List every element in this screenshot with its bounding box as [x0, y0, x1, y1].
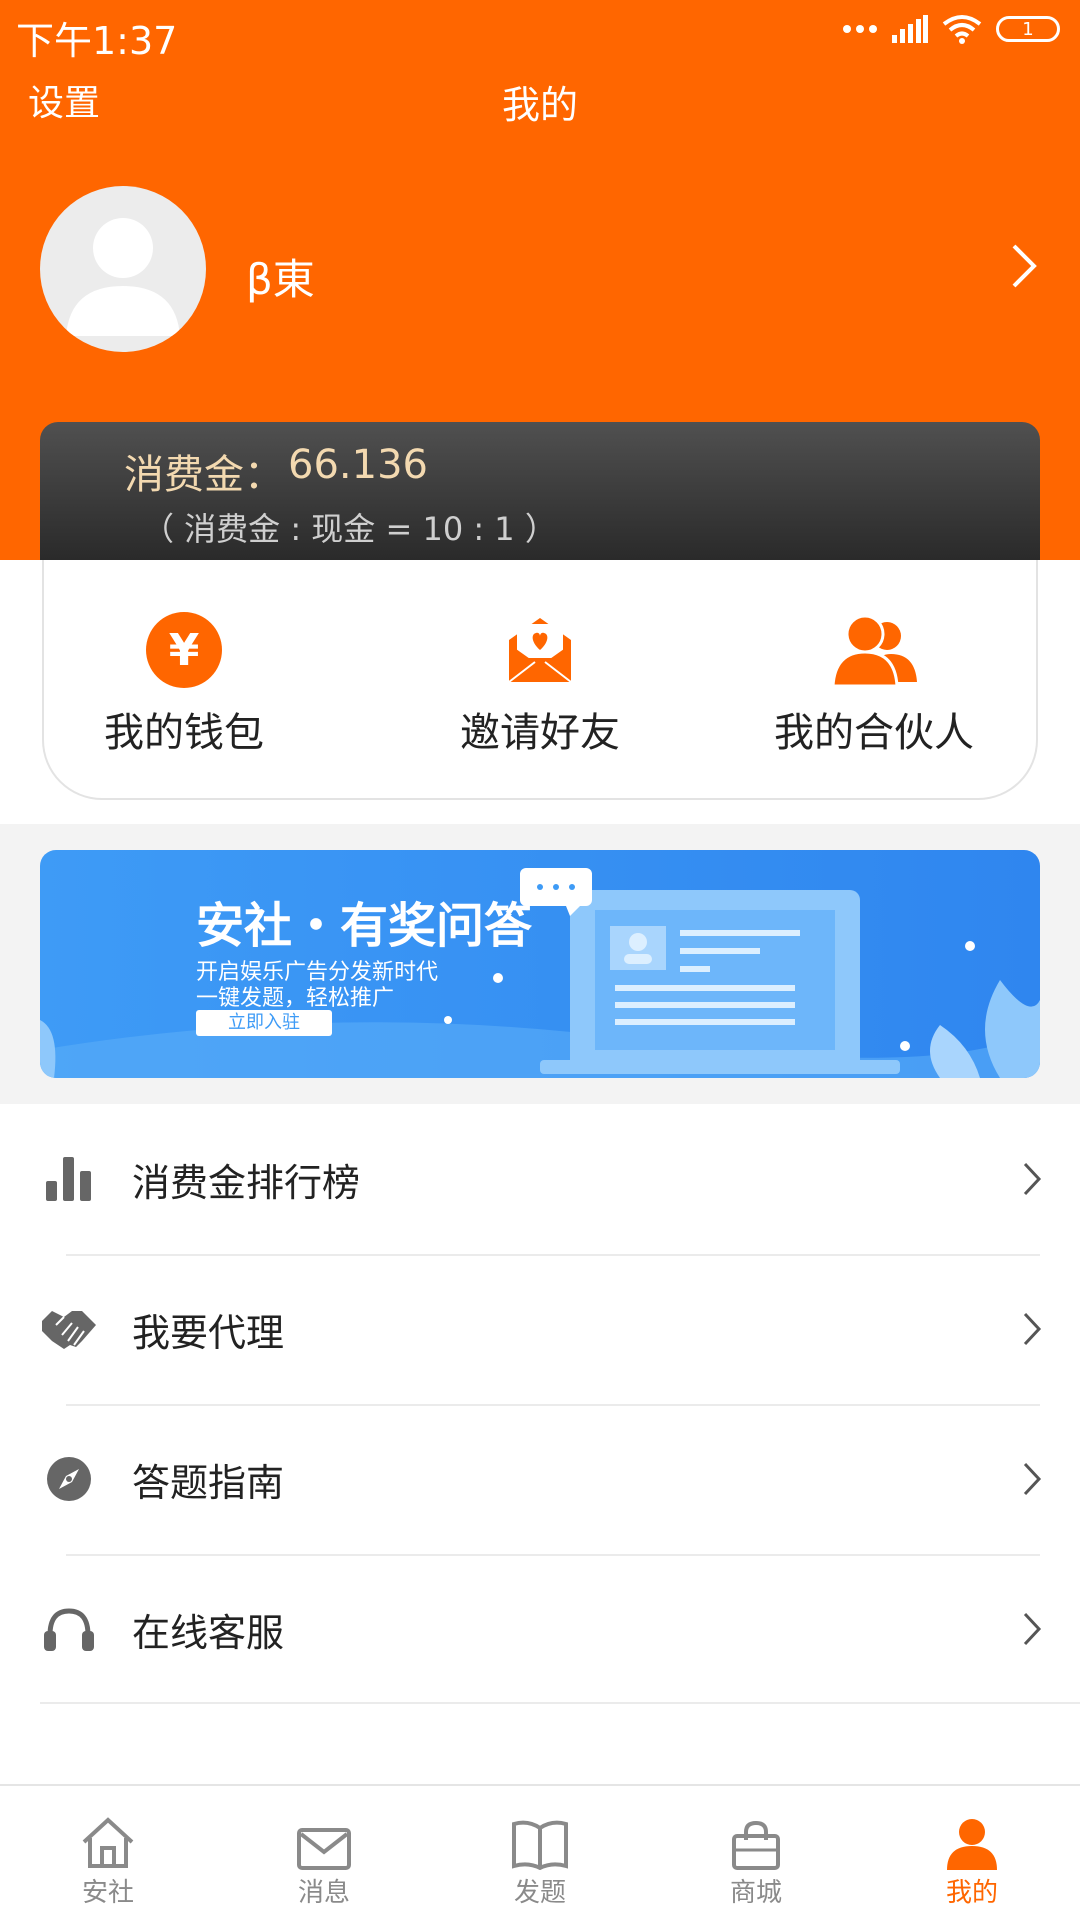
invite-friends-button[interactable]: 邀请好友: [380, 610, 700, 758]
invite-friends-label: 邀请好友: [460, 710, 620, 756]
chevron-right-icon: [1023, 1612, 1042, 1646]
banner-subtitle-2: 一键发题，轻松推广: [196, 986, 395, 1011]
menu-label-guide: 答题指南: [132, 1460, 285, 1505]
nav-me[interactable]: 我的: [864, 1808, 1080, 1909]
promo-banner[interactable]: 安社・有奖问答 开启娱乐广告分发新时代 一键发题，轻松推广 立即入驻: [40, 850, 1040, 1078]
menu-item-ranking[interactable]: 消费金排行榜: [0, 1104, 1080, 1254]
nav-label-me: 我的: [945, 1878, 998, 1908]
nav-home[interactable]: 安社: [0, 1808, 216, 1909]
yen-icon: ¥: [146, 612, 222, 688]
chevron-right-icon: [1023, 1312, 1042, 1346]
username[interactable]: β東: [246, 246, 315, 307]
consumption-label: 消费金：: [124, 452, 284, 498]
nav-label-post-question: 发题: [513, 1878, 566, 1908]
profile-chevron-icon[interactable]: [1010, 242, 1038, 290]
compass-icon: [42, 1452, 96, 1506]
signal-icon: [892, 15, 928, 43]
nav-label-home: 安社: [81, 1878, 134, 1908]
chevron-right-icon: [1023, 1462, 1042, 1496]
person-icon: [947, 1819, 997, 1870]
invite-envelope-icon: [508, 618, 572, 683]
shopping-bag-icon: [732, 1820, 780, 1870]
home-icon: [82, 1817, 134, 1868]
partners-icon: [831, 614, 917, 686]
page-title: 我的: [501, 83, 578, 127]
banner-title: 安社・有奖问答: [196, 898, 533, 954]
mail-icon: [297, 1828, 351, 1870]
default-avatar-icon: [66, 218, 180, 336]
status-icons: 1: [842, 14, 1060, 44]
bar-chart-icon: [42, 1152, 96, 1206]
banner-illustration: [40, 868, 1040, 1078]
battery-icon: 1: [996, 16, 1060, 42]
nav-label-mall: 商城: [729, 1878, 782, 1908]
divider: [40, 1702, 1080, 1704]
chevron-right-icon: [1023, 1162, 1042, 1196]
headset-icon: [42, 1602, 96, 1656]
nav-mall[interactable]: 商城: [648, 1808, 864, 1909]
svg-text:¥: ¥: [169, 625, 200, 676]
menu-item-support[interactable]: 在线客服: [0, 1554, 1080, 1704]
partners-button[interactable]: 我的合伙人: [714, 610, 1034, 758]
partners-label: 我的合伙人: [774, 710, 974, 756]
consumption-ratio-note: （ 消费金 : 现金 = 10 : 1 ）: [142, 510, 557, 548]
status-time: 下午1:37: [16, 19, 178, 63]
wallet-label: 我的钱包: [104, 710, 264, 756]
avatar[interactable]: [40, 186, 206, 352]
nav-label-messages: 消息: [297, 1878, 350, 1908]
bottom-navigation: 安社 消息 发题 商城 我的: [0, 1784, 1080, 1922]
menu-label-ranking: 消费金排行榜: [132, 1160, 361, 1205]
banner-join-button[interactable]: 立即入驻: [196, 1010, 332, 1036]
wifi-icon: [942, 15, 982, 44]
menu-label-support: 在线客服: [132, 1610, 285, 1655]
wallet-button[interactable]: ¥ 我的钱包: [24, 610, 344, 758]
nav-messages[interactable]: 消息: [216, 1808, 432, 1909]
book-icon: [512, 1820, 568, 1870]
nav-post-question[interactable]: 发题: [432, 1808, 648, 1909]
handshake-icon: [42, 1302, 96, 1356]
menu-item-guide[interactable]: 答题指南: [0, 1404, 1080, 1554]
more-dots-icon: [843, 25, 877, 33]
menu-label-agent: 我要代理: [132, 1310, 285, 1355]
menu-item-agent[interactable]: 我要代理: [0, 1254, 1080, 1404]
consumption-value: 66.136: [288, 442, 428, 488]
